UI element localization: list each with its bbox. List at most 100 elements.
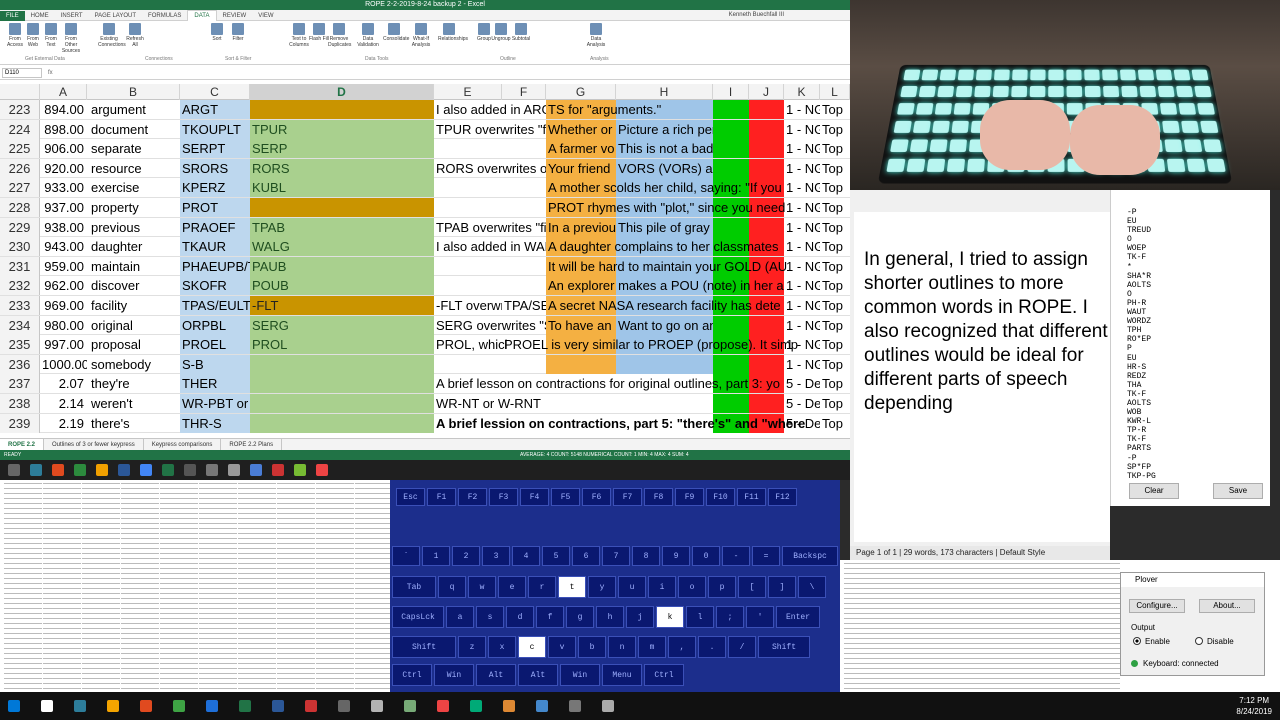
ribbon-button-9[interactable]: Flash Fill	[308, 23, 330, 42]
cell-outline[interactable]: PHAEUPB/T	[180, 256, 250, 276]
cell-outline[interactable]: KPERZ	[180, 178, 250, 198]
cell-topic[interactable]: Top	[820, 119, 850, 139]
cell-new-outline[interactable]: PAUB	[250, 256, 434, 276]
cell-topic[interactable]: Top	[820, 139, 850, 159]
row-header[interactable]: 239	[0, 413, 40, 433]
cell-new-outline[interactable]: WALG	[250, 237, 434, 257]
row-header[interactable]: 238	[0, 394, 40, 413]
cell-category-k[interactable]: 1 - NG	[784, 256, 820, 276]
steno-key-4[interactable]: v	[548, 636, 576, 658]
steno-key-6[interactable]: n	[608, 636, 636, 658]
cell-word[interactable]: somebody	[87, 355, 180, 374]
steno-key-8[interactable]: F8	[644, 488, 673, 506]
cell-frequency[interactable]: 920.00	[40, 159, 87, 178]
cell-note[interactable]	[434, 257, 546, 276]
column-header-k[interactable]: K	[784, 84, 820, 100]
cell-frequency[interactable]: 943.00	[40, 237, 87, 256]
cell-frequency[interactable]: 2.19	[40, 414, 87, 433]
row-header[interactable]: 224	[0, 119, 40, 139]
cell-category[interactable]	[713, 100, 749, 119]
cell-category-k[interactable]: 1 - NG	[784, 178, 820, 198]
steno-key-5[interactable]: Menu	[602, 664, 642, 686]
cell-topic[interactable]: Top	[820, 178, 850, 198]
cell-category-k[interactable]: 1 - NG	[784, 354, 820, 374]
steno-key-2[interactable]: w	[468, 576, 496, 598]
steno-key-12[interactable]: ]	[768, 576, 796, 598]
row-header[interactable]: 234	[0, 315, 40, 335]
cell-flag[interactable]	[749, 139, 784, 159]
steno-key-5[interactable]: b	[578, 636, 606, 658]
cell-flag[interactable]	[749, 100, 784, 119]
cell-new-outline[interactable]: SERP	[250, 139, 434, 159]
steno-key-9[interactable]: 9	[662, 546, 690, 566]
steno-key-8[interactable]: 8	[632, 546, 660, 566]
cell-new-outline[interactable]	[250, 100, 434, 119]
row-header[interactable]: 232	[0, 276, 40, 296]
disable-radio[interactable]	[1195, 637, 1203, 645]
cell-mnemonic[interactable]: A secret NASA research facility has dete	[546, 296, 781, 315]
taskbar-app-icon[interactable]	[140, 464, 152, 476]
cell-frequency[interactable]: 1000.00	[40, 355, 87, 374]
ribbon-button-13[interactable]: What-If Analysis	[410, 23, 432, 48]
cell-new-outline[interactable]: TPAB	[250, 217, 434, 237]
cell-note[interactable]	[434, 139, 546, 158]
ribbon-button-6[interactable]: Sort	[206, 23, 228, 42]
steno-key-2[interactable]: Alt	[476, 664, 516, 686]
cell-frequency[interactable]: 997.00	[40, 335, 87, 354]
enable-radio[interactable]	[1133, 637, 1141, 645]
taskbar-app-icon[interactable]	[74, 464, 86, 476]
cell-note[interactable]: I also added in ARGT	[434, 100, 560, 119]
cell-story[interactable]: This pile of gray stone was a	[616, 217, 713, 237]
cell-new-outline[interactable]	[250, 394, 434, 413]
cell-outline[interactable]: ARGT	[180, 100, 250, 119]
steno-key-0[interactable]: Ctrl	[392, 664, 432, 686]
ribbon-button-7[interactable]: Filter	[227, 23, 249, 42]
cell-topic[interactable]: Top	[820, 276, 850, 296]
cell-word[interactable]: property	[87, 198, 180, 217]
windows-taskbar-icon[interactable]	[206, 700, 218, 712]
cell-story[interactable]	[616, 354, 713, 374]
row-header[interactable]: 231	[0, 256, 40, 276]
cell-category-k[interactable]: 1 - NG	[784, 158, 820, 178]
ribbon-button-17[interactable]: Subtotal	[510, 23, 532, 42]
steno-key-2[interactable]: 2	[452, 546, 480, 566]
ribbon-button-10[interactable]: Remove Duplicates	[328, 23, 351, 48]
cell-topic[interactable]: Top	[820, 335, 850, 355]
cell-new-outline[interactable]	[250, 374, 434, 394]
cell-flag[interactable]	[749, 158, 784, 178]
cell-outline[interactable]: PRAOEF	[180, 217, 250, 237]
taskbar-clock[interactable]: 7:12 PM 8/24/2019	[1236, 695, 1272, 717]
steno-key-13[interactable]: Backspc	[782, 546, 838, 566]
cell-category[interactable]	[713, 354, 749, 374]
cell-note[interactable]: TPAB overwrites "fi	[434, 218, 547, 237]
cell-note[interactable]	[434, 355, 546, 374]
steno-key-2[interactable]: x	[488, 636, 516, 658]
cell-category-k[interactable]: 1 - NG	[784, 217, 820, 237]
steno-key-3[interactable]: d	[506, 606, 534, 628]
cell-mnemonic[interactable]	[546, 354, 616, 374]
steno-key-4[interactable]: 4	[512, 546, 540, 566]
steno-key-1[interactable]: 1	[422, 546, 450, 566]
cell-mnemonic[interactable]: A farmer vo	[546, 139, 616, 159]
cell-outline[interactable]: PROT	[180, 198, 250, 217]
ribbon-button-4[interactable]: Existing Connections	[98, 23, 126, 48]
taskbar-app-icon[interactable]	[8, 464, 20, 476]
taskbar-app-icon[interactable]	[250, 464, 262, 476]
cell-word[interactable]: document	[87, 120, 180, 139]
steno-key-0[interactable]: Tab	[392, 576, 436, 598]
cell-new-outline[interactable]: KUBL	[250, 178, 434, 198]
steno-key-10[interactable]: ;	[716, 606, 744, 628]
cell-frequency[interactable]: 937.00	[40, 198, 87, 217]
cell-note-f[interactable]: PROEL is very similar to PROEP (propose)…	[502, 335, 802, 354]
taskbar-app-icon[interactable]	[206, 464, 218, 476]
cell-new-outline[interactable]: TPUR	[250, 119, 434, 139]
cell-outline[interactable]: TPAS/EULT	[180, 296, 250, 315]
windows-taskbar-icon[interactable]	[305, 700, 317, 712]
steno-key-5[interactable]: 5	[542, 546, 570, 566]
cell-mnemonic[interactable]: It will be hard to maintain your GOLD (A…	[546, 256, 787, 276]
taskbar-app-icon[interactable]	[316, 464, 328, 476]
cell-new-outline[interactable]	[250, 413, 434, 433]
column-header-h[interactable]: H	[616, 84, 713, 100]
windows-taskbar-icon[interactable]	[107, 700, 119, 712]
steno-key-10[interactable]: /	[728, 636, 756, 658]
